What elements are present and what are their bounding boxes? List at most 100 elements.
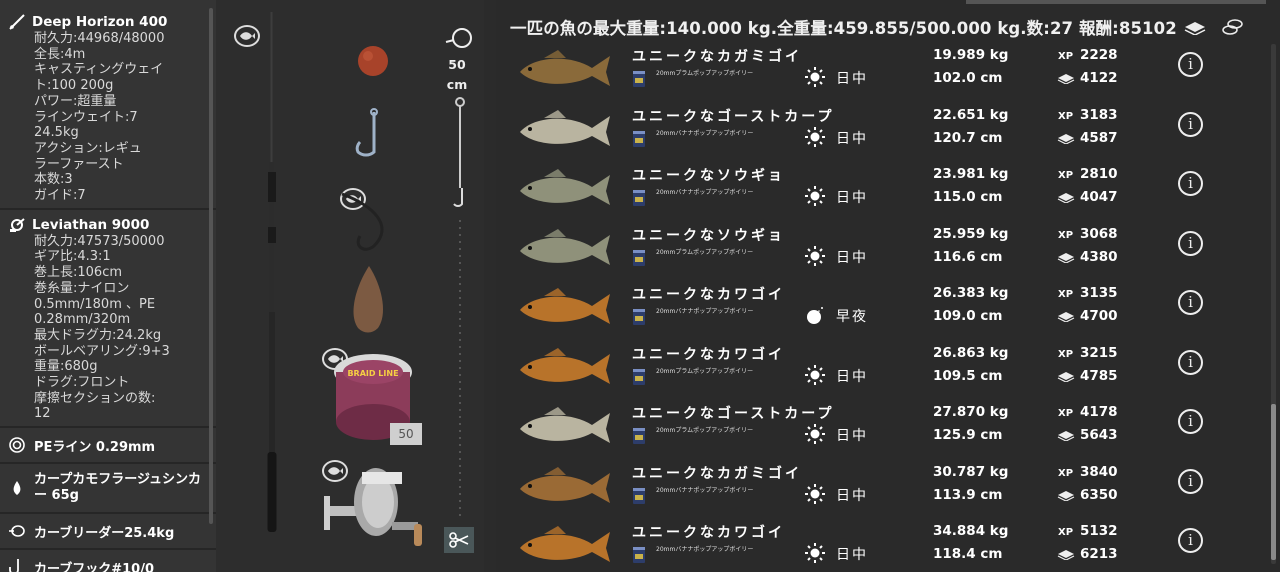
line-spool-icon [8, 436, 26, 454]
fish-length: 113.9 cm [933, 486, 1003, 503]
info-icon[interactable]: i [1178, 230, 1203, 256]
coins-icon [1222, 19, 1243, 35]
leader-loop-icon [445, 28, 472, 48]
fish-length: 116.6 cm [933, 248, 1003, 265]
time-of-day: 日中 [836, 428, 868, 444]
rod-name: Deep Horizon 400 [32, 13, 168, 30]
spec-line: ラーファースト [34, 156, 124, 172]
sun-icon [804, 126, 826, 148]
xp-label: XP [1058, 348, 1074, 360]
fish-row[interactable]: ユニークなソウギョ 20mmプラムポップアップボイリー 日中 25.959 kg 116… [496, 223, 1266, 283]
fish-list-scroll-thumb[interactable] [1271, 404, 1276, 560]
leader-item[interactable]: カーブリーダー25.4kg [0, 514, 216, 551]
spec-line: アクション:レギュ [34, 140, 142, 156]
info-icon[interactable]: i [1178, 349, 1203, 375]
sun-icon [804, 364, 826, 386]
sinker-icon [8, 479, 26, 497]
cash-value: 5643 [1080, 427, 1118, 443]
spool-count: 50 [390, 423, 422, 445]
fish-weight: 25.959 kg [933, 225, 1009, 242]
info-icon[interactable]: i [1178, 111, 1203, 137]
time-of-day: 早夜 [836, 309, 868, 325]
leader-image [341, 192, 384, 251]
fish-row[interactable]: ユニークなカガミゴイ 20mmプラムポップアップボイリー 日中 19.989 kg 10… [496, 44, 1266, 104]
spec-line: 巻糸量:ナイロン [34, 280, 130, 296]
time-of-day: 日中 [836, 368, 868, 385]
rod-icon [8, 13, 26, 31]
fish-row[interactable]: ユニークなカガミゴイ 20mmバナナポップアップボイリー 日中 30.787 kg 11… [496, 461, 1266, 521]
fish-list-scrollbar[interactable] [1271, 44, 1276, 564]
reel-section[interactable]: Leviathan 9000 耐久力:47573/50000 ギア比:4.3:1 巻… [0, 210, 216, 429]
bait-name: 20mmバナナポップアップボイリー [656, 189, 754, 196]
time-of-day: 日中 [836, 487, 868, 504]
bait-jar-icon [633, 130, 645, 147]
fish-weight: 23.981 kg [933, 166, 1009, 182]
info-icon[interactable]: i [1178, 52, 1203, 77]
line-item[interactable]: PEライン 0.29mm [0, 428, 216, 465]
leader-length: 50 cm [446, 57, 468, 92]
info-icon[interactable]: i [1178, 171, 1203, 196]
fish-length: 125.9 cm [933, 427, 1003, 443]
sun-icon [804, 66, 826, 88]
info-icon[interactable]: i [1178, 528, 1203, 553]
cut-line-button[interactable] [444, 527, 474, 553]
xp-label: XP [1058, 527, 1074, 538]
cash-value: 4587 [1080, 129, 1118, 146]
xp-value: 2810 [1080, 166, 1118, 182]
fish-name: ユニークなゴーストカープ [632, 108, 835, 125]
fish-image [520, 347, 610, 384]
bait-jar-icon [633, 487, 645, 504]
sun-icon [804, 185, 826, 207]
fish-name: ユニークなカガミゴイ [632, 49, 802, 65]
fish-name: ユニークなカワゴイ [632, 287, 785, 303]
spec-line: 耐久力:47573/50000 [34, 233, 165, 249]
fish-length: 109.0 cm [933, 308, 1003, 324]
time-of-day: 日中 [836, 249, 868, 266]
fish-row[interactable]: ユニークなソウギョ 20mmバナナポップアップボイリー 日中 23.981 kg 115… [496, 163, 1266, 223]
info-icon[interactable]: i [1178, 290, 1203, 315]
fish-row[interactable]: ユニークなカワゴイ 20mmバナナポップアップボイリー 日中 34.884 kg 118… [496, 520, 1266, 572]
fish-row[interactable]: ユニークなカワゴイ 20mmプラムポップアップボイリー 日中 26.863 kg 109… [496, 342, 1266, 402]
xp-label: XP [1058, 229, 1074, 241]
xp-label: XP [1058, 467, 1074, 479]
cash-value: 6213 [1080, 546, 1118, 562]
sinker-item[interactable]: カープカモフラージュシンカー 65g [0, 464, 216, 515]
fish-row[interactable]: ユニークなカワゴイ 20mmバナナポップアップボイリー 早夜 26.383 kg 109… [496, 282, 1266, 342]
hook-item[interactable]: カーブフック#10/0 [0, 550, 216, 572]
bait-jar-icon [633, 249, 645, 266]
fish-row[interactable]: ユニークなゴーストカープ 20mmプラムポップアップボイリー 日中 27.870 kg… [496, 401, 1266, 461]
cash-icon [1057, 133, 1075, 144]
spec-line: キャスティングウェイ [34, 62, 164, 78]
bait-name: 20mmバナナポップアップボイリー [656, 546, 754, 553]
fish-length: 115.0 cm [933, 189, 1003, 205]
info-icon[interactable]: i [1178, 468, 1203, 494]
cash-value: 4122 [1080, 70, 1118, 86]
fish-name: ユニークなカワゴイ [632, 346, 785, 363]
cash-icon [1057, 431, 1075, 441]
fish-weight: 19.989 kg [933, 47, 1009, 63]
info-icon[interactable]: i [1178, 409, 1203, 434]
xp-label: XP [1058, 170, 1074, 181]
xp-value: 4178 [1080, 404, 1118, 420]
fish-length: 118.4 cm [933, 546, 1003, 562]
fish-row[interactable]: ユニークなゴーストカープ 20mmバナナポップアップボイリー 日中 22.651 kg… [496, 104, 1266, 164]
cash-icon [1057, 193, 1075, 203]
sinker-image [353, 266, 384, 333]
cash-icon [1057, 312, 1075, 322]
rod-section[interactable]: Deep Horizon 400 耐久力:44968/48000 全長:4m キャス… [0, 0, 216, 210]
xp-value: 5132 [1080, 523, 1118, 539]
bait-name: 20mmプラムポップアップボイリー [656, 367, 754, 375]
fish-weight: 27.870 kg [933, 404, 1009, 420]
fish-image [520, 526, 610, 562]
cash-value: 4700 [1080, 308, 1118, 324]
reel-icon [8, 216, 26, 234]
fish-image [520, 109, 610, 146]
fish-name: ユニークなゴーストカープ [632, 406, 835, 422]
rod-image [267, 12, 277, 532]
xp-label: XP [1058, 51, 1074, 62]
sun-icon [804, 483, 826, 505]
cash-value: 4380 [1080, 248, 1118, 265]
moon-icon [804, 304, 826, 326]
tackle-scrollbar[interactable] [209, 8, 213, 524]
bait-name: 20mmバナナポップアップボイリー [656, 486, 754, 494]
